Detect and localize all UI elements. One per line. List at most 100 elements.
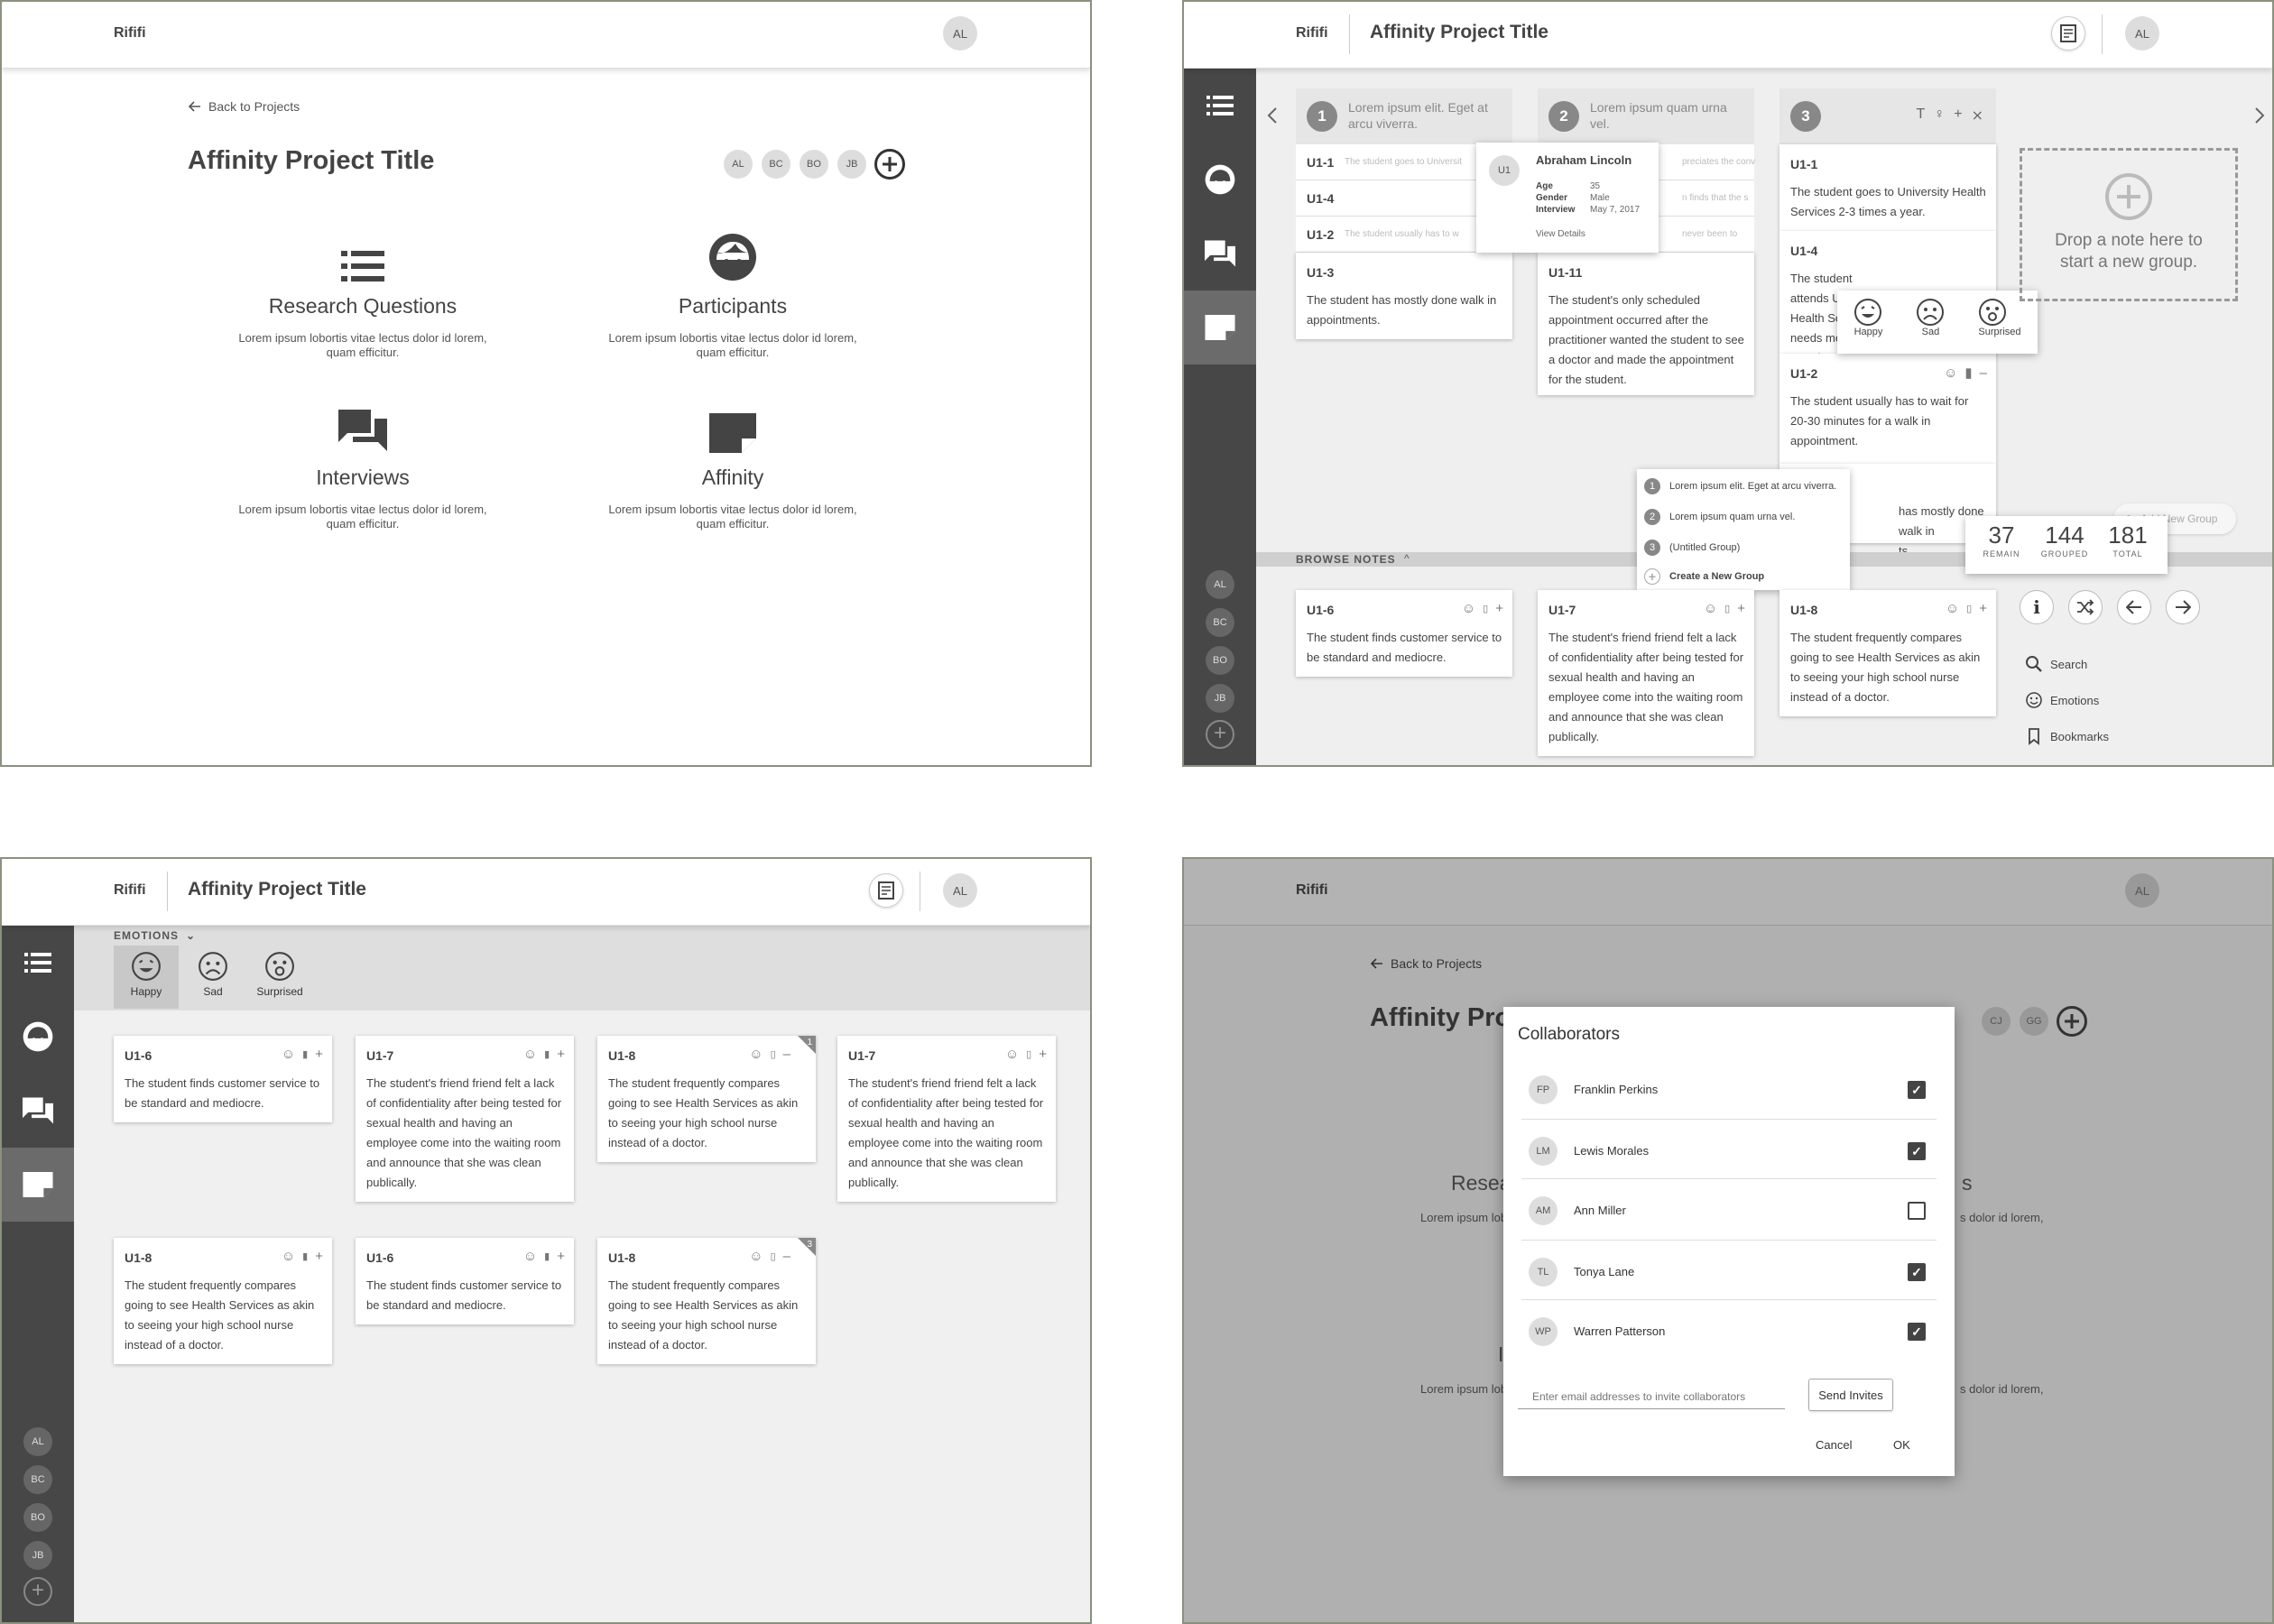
minus-icon[interactable]: – xyxy=(783,1249,790,1264)
collaborator-avatar[interactable]: BC xyxy=(762,150,790,179)
plus-icon[interactable]: + xyxy=(1039,1047,1047,1062)
note-card[interactable]: U1-7 ☺ ▯ + The student's friend friend felt … xyxy=(837,1036,1056,1202)
cancel-button[interactable]: Cancel xyxy=(1816,1438,1852,1452)
plus-icon[interactable]: + xyxy=(1495,601,1503,616)
collaborator-avatar[interactable]: CJ xyxy=(1982,1007,2011,1036)
filter-happy[interactable]: Happy xyxy=(114,946,179,1009)
chevron-up-icon[interactable]: ^ xyxy=(1404,552,1410,565)
ok-button[interactable]: OK xyxy=(1893,1438,1910,1452)
group-menu-item[interactable]: 2 Lorem ipsum quam urna vel. xyxy=(1644,509,1795,525)
user-avatar[interactable]: AL xyxy=(2125,16,2159,51)
nav-research-questions[interactable] xyxy=(2,926,74,1000)
collaborator-avatar[interactable]: AL xyxy=(724,150,753,179)
emotion-icon[interactable]: ☺ xyxy=(282,1249,295,1264)
group-menu-item[interactable]: 3 (Untitled Group) xyxy=(1644,540,1740,556)
chevron-right-icon[interactable] xyxy=(2254,106,2265,125)
plus-icon[interactable]: + xyxy=(1954,106,1962,125)
browse-note-card[interactable]: U1-6 ☺ ▯ + The student finds customer servic… xyxy=(1296,590,1512,677)
add-collaborator-button[interactable] xyxy=(2056,1005,2088,1038)
emotion-icon[interactable]: ☺ xyxy=(523,1249,537,1264)
nav-research-questions[interactable] xyxy=(1184,69,1256,143)
app-brand[interactable]: Rififi xyxy=(114,882,146,899)
collaborator-avatar[interactable]: GG xyxy=(2020,1007,2048,1036)
collaborator-avatar[interactable]: BO xyxy=(800,150,828,179)
plus-icon[interactable]: + xyxy=(315,1047,323,1062)
arrow-left-icon[interactable] xyxy=(2117,590,2151,624)
collaborator-avatar[interactable]: BC xyxy=(1206,608,1234,637)
bookmark-icon[interactable]: ▮ xyxy=(302,1250,308,1262)
shuffle-icon[interactable] xyxy=(2068,590,2103,624)
app-brand[interactable]: Rififi xyxy=(114,25,146,42)
browse-note-card[interactable]: U1-8 ☺ ▯ + The student frequently compares g… xyxy=(1779,590,1996,716)
emotion-icon[interactable]: ☺ xyxy=(1462,601,1475,616)
emotion-icon[interactable]: ☺ xyxy=(749,1249,763,1264)
checkbox-checked[interactable]: ✓ xyxy=(1908,1081,1926,1099)
add-collaborator-button[interactable]: + xyxy=(23,1577,52,1606)
note-card[interactable]: U1-6 ☺ ▮ + The student finds customer servic… xyxy=(356,1238,574,1324)
view-details-link[interactable]: View Details xyxy=(1536,229,1585,239)
bookmark-icon[interactable]: ▮ xyxy=(302,1048,308,1060)
checkbox-checked[interactable]: ✓ xyxy=(1908,1263,1926,1281)
nav-participants[interactable] xyxy=(1184,143,1256,217)
collapse-icon[interactable]: ⨯ xyxy=(1972,106,1983,125)
add-collaborator-button[interactable]: + xyxy=(1206,720,1234,749)
group-header[interactable]: 1 Lorem ipsum elit. Eget at arcu viverra… xyxy=(1296,88,1512,144)
emotion-filter-toggle[interactable]: EMOTIONS ⌄ xyxy=(114,929,196,942)
nav-interviews[interactable] xyxy=(2,1074,74,1148)
note-card[interactable]: U1-7 ☺ ▮ + The student's friend friend felt … xyxy=(356,1036,574,1202)
module-affinity[interactable]: Affinity Lorem ipsum lobortis vitae lect… xyxy=(602,397,864,531)
collaborator-avatar[interactable]: AL xyxy=(23,1427,52,1456)
nav-participants[interactable] xyxy=(2,1000,74,1074)
text-format-icon[interactable]: T xyxy=(1916,106,1925,125)
checkbox-checked[interactable]: ✓ xyxy=(1908,1323,1926,1341)
info-icon[interactable]: i xyxy=(2020,590,2054,624)
collaborator-avatar[interactable]: JB xyxy=(1206,684,1234,713)
minus-icon[interactable]: – xyxy=(783,1047,790,1062)
bookmarks-tool[interactable]: Bookmarks xyxy=(2025,727,2109,745)
new-group-drop-zone[interactable]: Drop a note here to start a new group. xyxy=(2020,148,2238,301)
note-card[interactable]: U1-6 ☺ ▮ + The student finds customer servic… xyxy=(114,1036,332,1122)
module-participants[interactable]: Participants Lorem ipsum lobortis vitae … xyxy=(602,226,864,360)
group-header[interactable]: 2 Lorem ipsum quam urna vel. xyxy=(1538,88,1754,144)
emotion-icon[interactable]: ☺ xyxy=(1946,601,1959,616)
bookmark-icon[interactable]: ▯ xyxy=(771,1250,776,1262)
collaborator-avatar[interactable]: BO xyxy=(23,1503,52,1532)
emotions-tool[interactable]: Emotions xyxy=(2025,691,2099,709)
back-to-projects-link[interactable]: Back to Projects xyxy=(1371,956,1482,971)
note-card[interactable]: U1-8 ☺ ▯ –3 The student frequently compares … xyxy=(597,1238,816,1364)
note-card[interactable]: U1-8 ☺ ▮ + The student frequently compares g… xyxy=(114,1238,332,1364)
note-card[interactable]: U1-8 ☺ ▯ –1 The student frequently compares … xyxy=(597,1036,816,1162)
module-research-questions[interactable]: Research Questions Lorem ipsum lobortis … xyxy=(232,226,494,360)
notes-button[interactable] xyxy=(869,873,903,908)
app-brand[interactable]: Rififi xyxy=(1296,25,1328,42)
filter-surprised[interactable]: Surprised xyxy=(247,946,312,1009)
bookmark-icon[interactable]: ▮ xyxy=(544,1250,550,1262)
send-invites-button[interactable]: Send Invites xyxy=(1808,1379,1893,1411)
browse-note-card[interactable]: U1-7 ☺ ▯ + The student's friend friend felt … xyxy=(1538,590,1754,756)
collaborator-avatar[interactable]: JB xyxy=(837,150,866,179)
note-card[interactable]: U1-3 The student has mostly done walk in … xyxy=(1296,253,1512,339)
create-new-group-item[interactable]: + Create a New Group xyxy=(1644,568,1764,585)
bookmark-icon[interactable]: ▯ xyxy=(1724,603,1730,614)
invite-email-input[interactable] xyxy=(1518,1384,1785,1409)
collaborator-avatar[interactable]: AL xyxy=(1206,570,1234,599)
search-tool[interactable]: Search xyxy=(2025,655,2087,673)
collaborator-avatar[interactable]: BC xyxy=(23,1465,52,1494)
collaborator-avatar[interactable]: BO xyxy=(1206,646,1234,675)
emotion-option-happy[interactable]: Happy xyxy=(1853,298,1882,354)
module-interviews[interactable]: Interviews Lorem ipsum lobortis vitae le… xyxy=(232,397,494,531)
user-avatar[interactable]: AL xyxy=(943,873,977,908)
emotion-icon[interactable]: ☺ xyxy=(1005,1047,1019,1062)
note-card[interactable]: U1-2 ☺ ▮ – The student usually has to wait f… xyxy=(1779,354,1996,464)
nav-interviews[interactable] xyxy=(1184,217,1256,291)
emotion-icon[interactable]: ☺ xyxy=(749,1047,763,1062)
checkbox-unchecked[interactable] xyxy=(1908,1202,1926,1220)
emotion-icon[interactable]: ☺ xyxy=(523,1047,537,1062)
notes-button[interactable] xyxy=(2051,16,2085,51)
collaborator-avatar[interactable]: JB xyxy=(23,1541,52,1570)
checkbox-checked[interactable]: ✓ xyxy=(1908,1142,1926,1160)
add-collaborator-button[interactable] xyxy=(874,148,906,180)
plus-icon[interactable]: + xyxy=(557,1047,565,1062)
nav-affinity[interactable] xyxy=(2,1148,74,1222)
nav-affinity[interactable] xyxy=(1184,291,1256,364)
